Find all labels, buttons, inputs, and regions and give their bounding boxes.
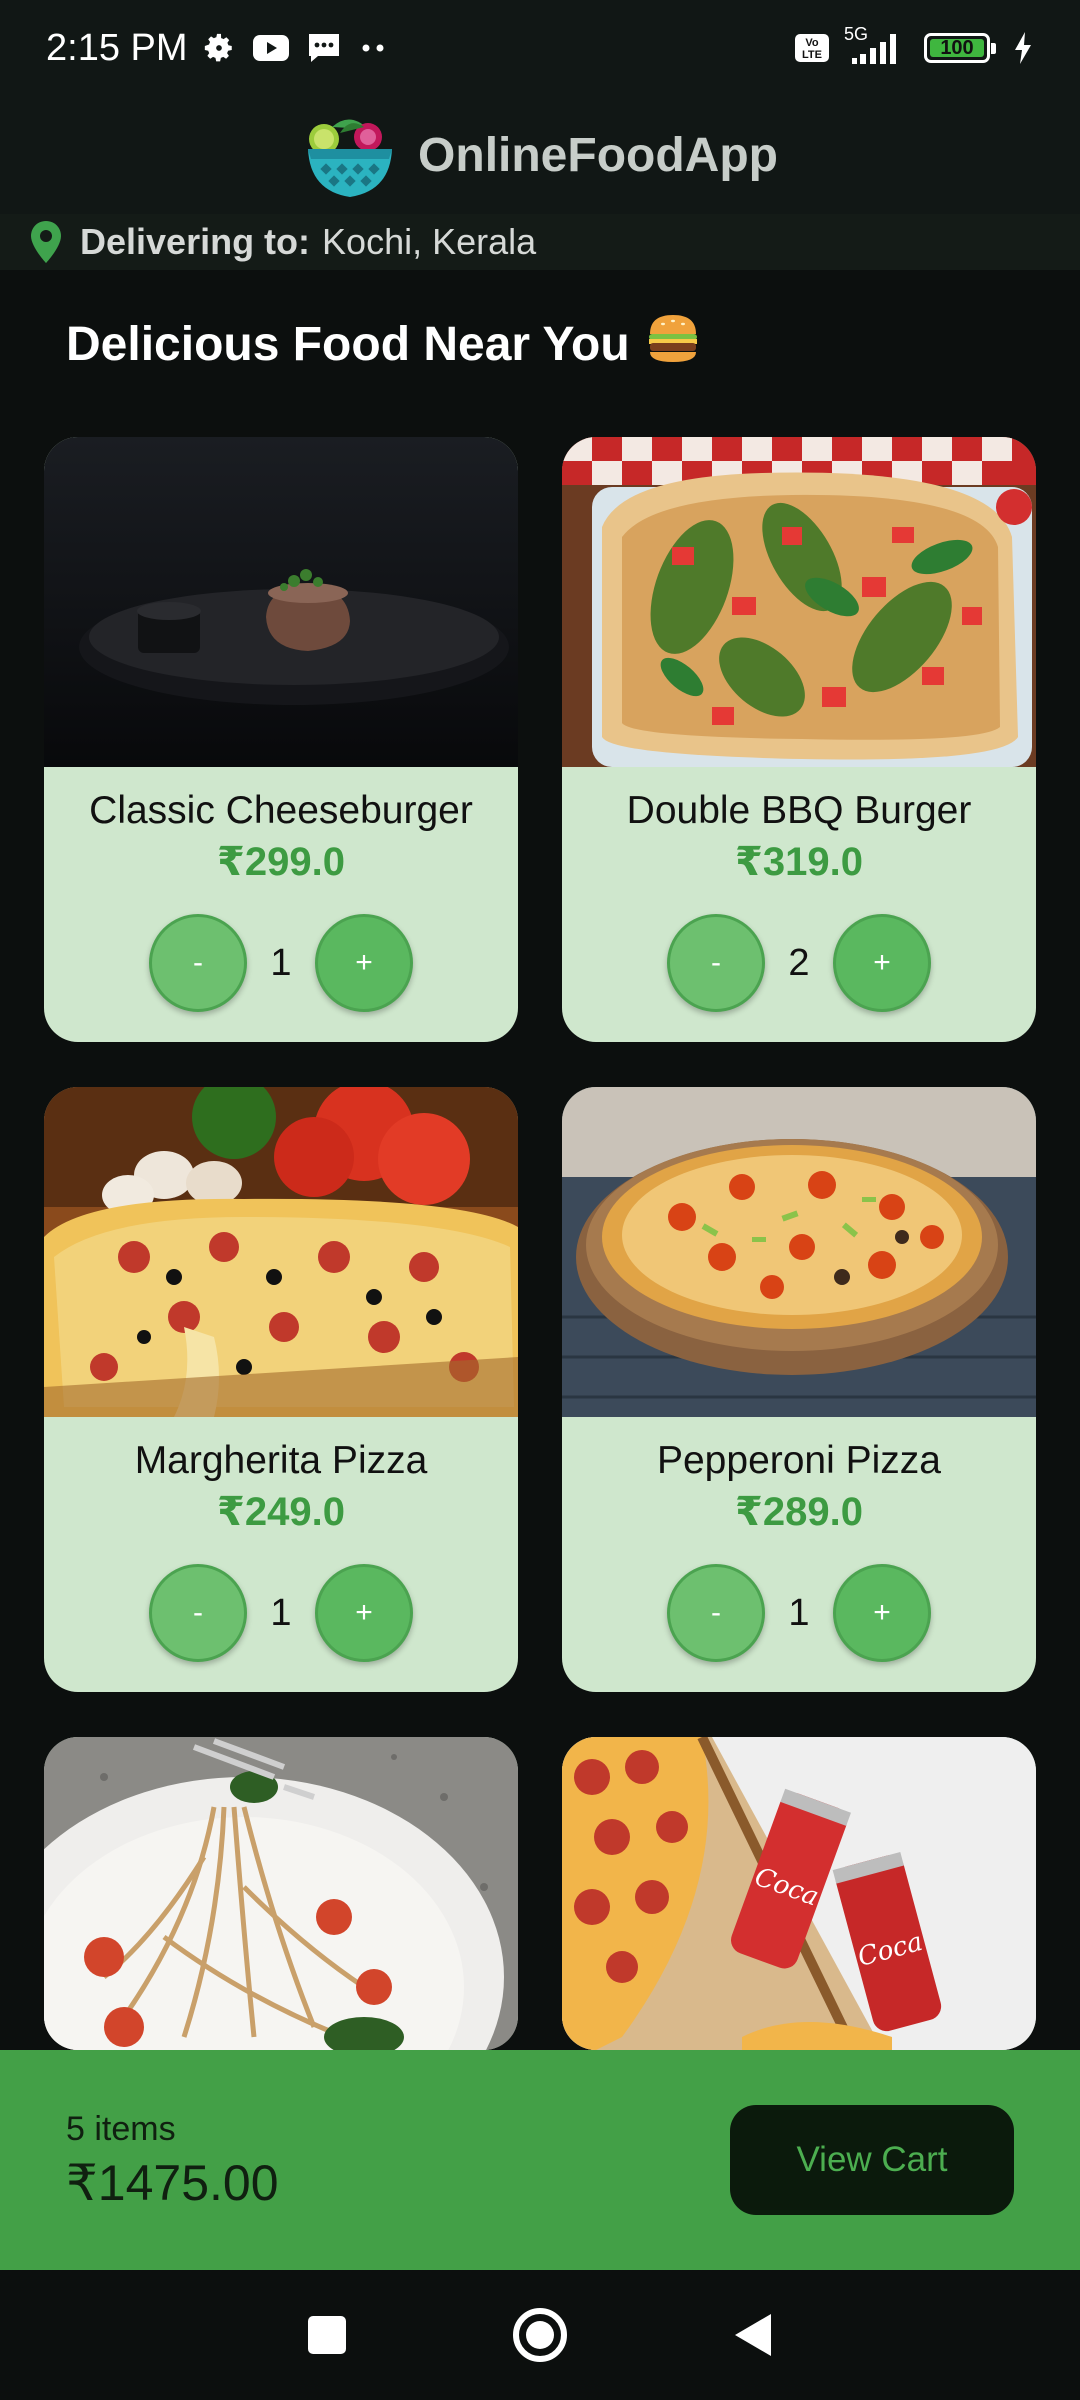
burger-icon: [646, 312, 700, 376]
quantity-value: 2: [788, 941, 810, 984]
food-price: ₹299.0: [217, 840, 345, 884]
food-name: Double BBQ Burger: [626, 789, 972, 832]
decrease-button[interactable]: -: [149, 1564, 247, 1662]
quantity-value: 1: [270, 941, 292, 984]
quantity-stepper: - 1 +: [44, 1564, 518, 1662]
food-image: [44, 1087, 518, 1417]
status-time: 2:15 PM: [46, 26, 188, 69]
decrease-button[interactable]: -: [667, 1564, 765, 1662]
food-card[interactable]: [44, 1737, 518, 2050]
quantity-value: 1: [270, 1591, 292, 1634]
settings-icon: [204, 33, 232, 62]
location-label: Delivering to:: [80, 221, 311, 262]
quantity-stepper: - 1 +: [562, 1564, 1036, 1662]
volte-icon: VoLTE: [795, 34, 829, 62]
status-icons-left: [202, 31, 388, 65]
section-title-text: Delicious Food Near You: [66, 317, 630, 371]
home-button[interactable]: [511, 2306, 569, 2364]
section-title: Delicious Food Near You: [66, 312, 700, 376]
increase-button[interactable]: +: [315, 914, 413, 1012]
cart-bar: 5 items ₹1475.00 View Cart: [0, 2050, 1080, 2270]
quantity-stepper: - 1 +: [44, 914, 518, 1012]
food-price: ₹289.0: [735, 1490, 863, 1534]
status-icons-right: Vo LTE 5G 100: [794, 24, 1034, 68]
food-card[interactable]: Coca Coca: [562, 1737, 1036, 2050]
charging-icon: [1015, 32, 1031, 64]
battery-icon: 100: [924, 33, 996, 63]
food-image: [44, 437, 518, 767]
location-bar[interactable]: Delivering to: Kochi, Kerala: [0, 214, 1080, 270]
quantity-value: 1: [788, 1591, 810, 1634]
food-card[interactable]: Double BBQ Burger ₹319.0 - 2 +: [562, 437, 1036, 1042]
cart-total: ₹1475.00: [66, 2155, 279, 2211]
app-header: OnlineFoodApp: [0, 96, 1080, 214]
increase-button[interactable]: +: [833, 1564, 931, 1662]
food-card[interactable]: Pepperoni Pizza ₹289.0 - 1 +: [562, 1087, 1036, 1692]
battery-level: 100: [940, 36, 974, 59]
location-value: Kochi, Kerala: [322, 221, 537, 262]
salad-bowl-logo: [308, 119, 393, 197]
quantity-stepper: - 2 +: [562, 914, 1036, 1012]
food-name: Classic Cheeseburger: [89, 789, 473, 832]
svg-text:LTE: LTE: [802, 49, 822, 61]
system-nav-bar: [0, 2270, 1080, 2400]
food-image: [562, 1087, 1036, 1417]
youtube-icon: [252, 35, 289, 61]
signal-icon: 5G: [844, 24, 910, 68]
decrease-button[interactable]: -: [667, 914, 765, 1012]
back-button[interactable]: [731, 2311, 775, 2359]
svg-text:Vo: Vo: [805, 37, 819, 49]
food-card[interactable]: Margherita Pizza ₹249.0 - 1 +: [44, 1087, 518, 1692]
food-price: ₹319.0: [735, 840, 863, 884]
app-title: OnlineFoodApp: [418, 128, 778, 182]
status-bar: 2:15 PM Vo LTE 5G 100: [0, 0, 1080, 96]
food-card[interactable]: Classic Cheeseburger ₹299.0 - 1 +: [44, 437, 518, 1042]
increase-button[interactable]: +: [315, 1564, 413, 1662]
food-name: Margherita Pizza: [134, 1439, 428, 1482]
recents-button[interactable]: [305, 2313, 349, 2357]
food-image: [562, 437, 1036, 767]
message-icon: [308, 34, 339, 62]
more-dots-icon: [362, 44, 384, 52]
cart-item-count: 5 items: [66, 2110, 176, 2148]
increase-button[interactable]: +: [833, 914, 931, 1012]
food-image: [44, 1737, 518, 2050]
food-name: Pepperoni Pizza: [656, 1439, 941, 1482]
food-image: Coca Coca: [562, 1737, 1036, 2050]
location-pin-icon: [31, 221, 61, 263]
food-price: ₹249.0: [217, 1490, 345, 1534]
decrease-button[interactable]: -: [149, 914, 247, 1012]
view-cart-button[interactable]: View Cart: [730, 2105, 1014, 2215]
